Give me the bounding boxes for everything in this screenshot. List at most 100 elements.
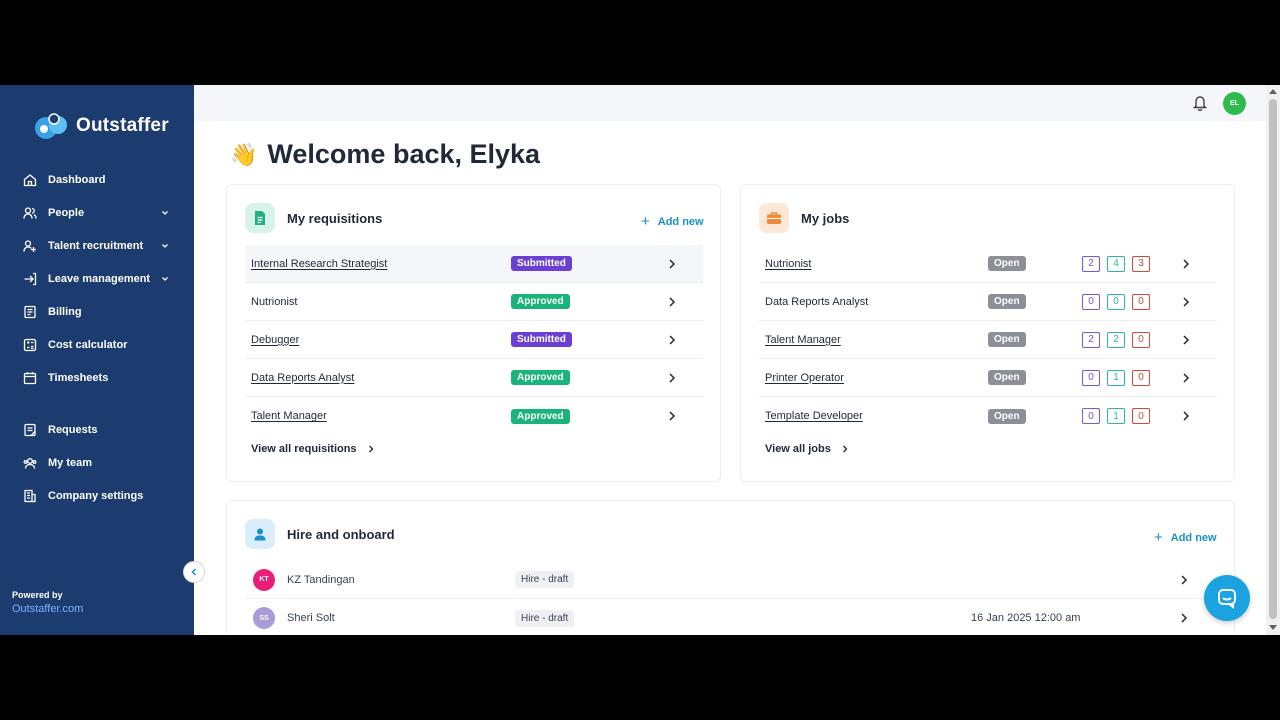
sidebar-item-my-team[interactable]: My team: [0, 446, 194, 479]
sidebar: Outstaffer Dashboard People Talent recru…: [0, 85, 194, 635]
requisition-name[interactable]: Data Reports Analyst: [251, 372, 354, 384]
jobs-card: My jobs Nutrionist Open 2 4 3 Data Repor…: [740, 184, 1235, 482]
sidebar-nav: Dashboard People Talent recruitment Leav…: [0, 163, 194, 512]
chevron-right-icon[interactable]: [1179, 612, 1189, 624]
chevron-right-icon[interactable]: [1181, 258, 1191, 270]
count-badge[interactable]: 0: [1082, 293, 1100, 310]
chevron-right-icon[interactable]: [667, 372, 677, 384]
list-item[interactable]: SS Sheri Solt Hire - draft 16 Jan 2025 1…: [245, 599, 1217, 635]
job-name[interactable]: Talent Manager: [765, 334, 841, 346]
sidebar-item-label: Timesheets: [48, 371, 109, 384]
chevron-right-icon[interactable]: [1181, 372, 1191, 384]
briefcase-icon: [759, 203, 789, 233]
count-badge[interactable]: 1: [1107, 408, 1125, 424]
job-name[interactable]: Nutrionist: [765, 258, 811, 270]
home-icon: [22, 172, 38, 188]
requisitions-list: Internal Research Strategist Submitted N…: [245, 245, 703, 435]
count-badge[interactable]: 1: [1107, 369, 1125, 386]
sidebar-item-label: Billing: [48, 305, 82, 318]
status-badge: Open: [988, 294, 1026, 309]
status-badge: Approved: [511, 294, 570, 309]
list-item[interactable]: Talent Manager Open 2 2 0: [759, 321, 1217, 359]
page-scrollbar[interactable]: [1266, 85, 1280, 635]
person-name[interactable]: Sheri Solt: [287, 612, 335, 624]
user-avatar[interactable]: EL: [1223, 92, 1246, 115]
sidebar-item-cost-calculator[interactable]: Cost calculator: [0, 328, 194, 361]
chevron-right-icon[interactable]: [667, 258, 677, 270]
count-badge[interactable]: 0: [1132, 331, 1150, 348]
card-title: My requisitions: [287, 210, 383, 226]
job-name[interactable]: Data Reports Analyst: [765, 296, 868, 308]
chevron-down-icon[interactable]: [160, 274, 170, 284]
chat-support-button[interactable]: [1204, 575, 1250, 621]
chevron-right-icon[interactable]: [1181, 296, 1191, 308]
scroll-up-arrow[interactable]: [1269, 89, 1277, 94]
add-requisition-button[interactable]: + Add new: [641, 213, 704, 230]
scroll-thumb[interactable]: [1269, 99, 1277, 619]
brand-logo[interactable]: Outstaffer: [32, 111, 169, 141]
requests-icon: [22, 422, 38, 438]
count-badge[interactable]: 0: [1107, 293, 1125, 310]
sidebar-item-talent-recruitment[interactable]: Talent recruitment: [0, 229, 194, 262]
list-item[interactable]: Debugger Submitted: [245, 321, 703, 359]
chevron-down-icon[interactable]: [160, 241, 170, 251]
chevron-right-icon[interactable]: [667, 334, 677, 346]
collapse-sidebar-button[interactable]: [183, 561, 205, 583]
top-bar: EL: [194, 85, 1266, 121]
powered-by-link[interactable]: Outstaffer.com: [12, 603, 83, 615]
chevron-down-icon[interactable]: [160, 208, 170, 218]
list-item[interactable]: Nutrionist Open 2 4 3: [759, 245, 1217, 283]
count-badge[interactable]: 0: [1082, 408, 1100, 424]
count-badge[interactable]: 4: [1107, 255, 1125, 272]
person-name[interactable]: KZ Tandingan: [287, 574, 355, 586]
count-badge[interactable]: 0: [1082, 369, 1100, 386]
sidebar-item-dashboard[interactable]: Dashboard: [0, 163, 194, 196]
requisition-name[interactable]: Talent Manager: [251, 410, 327, 422]
sidebar-item-company-settings[interactable]: Company settings: [0, 479, 194, 512]
count-badge[interactable]: 2: [1082, 255, 1100, 272]
chevron-right-icon[interactable]: [667, 296, 677, 308]
sidebar-item-label: Cost calculator: [48, 338, 128, 351]
list-item[interactable]: Talent Manager Approved: [245, 397, 703, 435]
sidebar-item-people[interactable]: People: [0, 196, 194, 229]
list-item[interactable]: Nutrionist Approved: [245, 283, 703, 321]
count-badge[interactable]: 0: [1132, 293, 1150, 310]
chevron-right-icon[interactable]: [1181, 334, 1191, 346]
list-item[interactable]: Data Reports Analyst Open 0 0 0: [759, 283, 1217, 321]
main-content: 👋 Welcome back, Elyka My requisitions + …: [194, 121, 1266, 635]
requisition-name[interactable]: Internal Research Strategist: [251, 258, 387, 270]
view-all-requisitions-link[interactable]: View all requisitions: [251, 443, 375, 455]
hire-onboard-card: Hire and onboard + Add new KT KZ Tanding…: [226, 500, 1235, 635]
count-badge[interactable]: 2: [1107, 331, 1125, 348]
list-item[interactable]: Template Developer Open 0 1 0: [759, 397, 1217, 435]
chevron-right-icon[interactable]: [1179, 574, 1189, 586]
list-item[interactable]: KT KZ Tandingan Hire - draft: [245, 561, 1217, 599]
page-title: Welcome back, Elyka: [267, 139, 541, 169]
job-name[interactable]: Template Developer: [765, 410, 863, 422]
sidebar-item-billing[interactable]: Billing: [0, 295, 194, 328]
scroll-down-arrow[interactable]: [1269, 625, 1277, 630]
add-hire-button[interactable]: + Add new: [1154, 529, 1217, 546]
sidebar-item-timesheets[interactable]: Timesheets: [0, 361, 194, 394]
brand-name: Outstaffer: [76, 115, 169, 136]
count-badge[interactable]: 2: [1082, 331, 1100, 348]
view-all-jobs-link[interactable]: View all jobs: [765, 443, 849, 455]
calculator-icon: [22, 337, 38, 353]
sidebar-item-requests[interactable]: Requests: [0, 413, 194, 446]
count-badge[interactable]: 3: [1132, 255, 1150, 272]
list-item[interactable]: Printer Operator Open 0 1 0: [759, 359, 1217, 397]
requisition-name[interactable]: Debugger: [251, 334, 299, 346]
status-badge: Approved: [511, 370, 570, 385]
count-badge[interactable]: 0: [1132, 408, 1150, 424]
list-item[interactable]: Internal Research Strategist Submitted: [245, 245, 703, 283]
notification-bell-icon[interactable]: [1192, 94, 1208, 116]
sidebar-item-label: Talent recruitment: [48, 239, 144, 252]
status-badge: Open: [988, 332, 1026, 347]
sidebar-item-leave-management[interactable]: Leave management: [0, 262, 194, 295]
chevron-right-icon[interactable]: [1181, 410, 1191, 422]
list-item[interactable]: Data Reports Analyst Approved: [245, 359, 703, 397]
count-badge[interactable]: 0: [1132, 369, 1150, 386]
requisition-name[interactable]: Nutrionist: [251, 296, 297, 308]
job-name[interactable]: Printer Operator: [765, 372, 844, 384]
chevron-right-icon[interactable]: [667, 410, 677, 422]
